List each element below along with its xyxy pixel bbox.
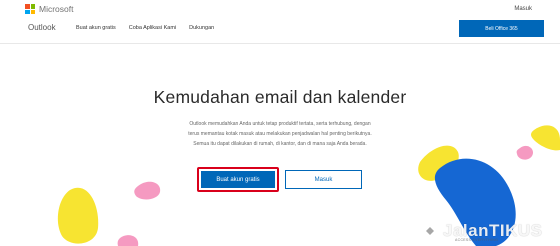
yellow-blob-left	[57, 187, 99, 244]
yellow-blob-top-right	[531, 125, 560, 151]
create-account-button[interactable]: Buat akun gratis	[201, 171, 275, 188]
pink-blob-right	[516, 145, 534, 160]
primary-button-highlight: Buat akun gratis	[197, 167, 279, 192]
hero-headline: Kemudahan email dan kalender	[153, 87, 407, 107]
pink-blob-left	[134, 181, 161, 200]
jalantikus-logo-icon	[420, 221, 440, 241]
signin-button[interactable]: Masuk	[285, 170, 362, 189]
hero-description: Outlook memudahkan Anda untuk tetap prod…	[188, 121, 372, 147]
watermark-subtext: ACCESS EVERYTHING	[455, 238, 499, 242]
pink-blob-bottom-left	[117, 235, 139, 246]
